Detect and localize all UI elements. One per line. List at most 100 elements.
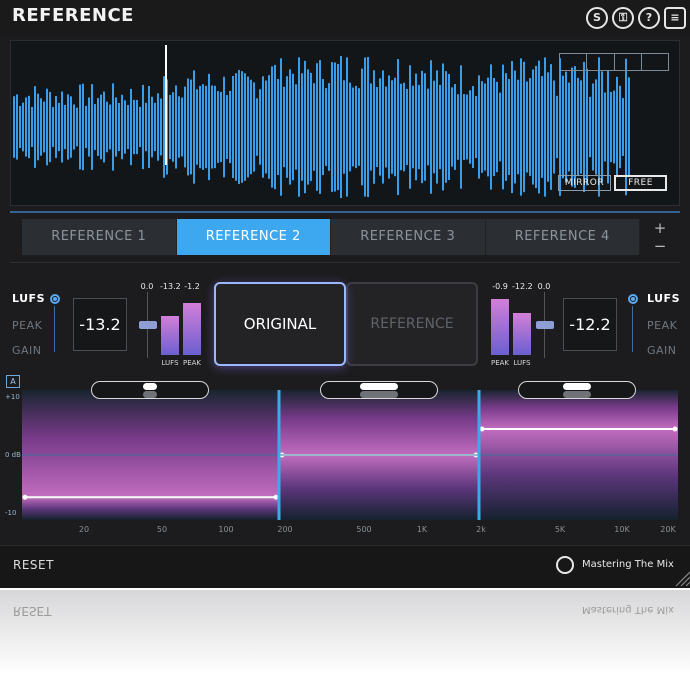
left-gain-fader[interactable] [139,321,157,329]
free-button[interactable]: FREE [614,175,667,191]
left-readout: -13.2 [73,298,127,351]
tab-reference-3[interactable]: REFERENCE 3 [331,219,486,255]
waveform-bar [565,71,567,183]
freq-label: 20 [78,525,90,534]
waveform-bar [361,68,363,186]
waveform-panel[interactable]: MIRROR FREE [10,40,680,206]
original-button[interactable]: ORIGINAL [214,282,346,366]
waveform-bar [304,60,306,194]
waveform-bar [37,93,39,161]
right-mode-radio[interactable] [628,294,638,304]
waveform-bar [316,63,318,191]
eq-band-node[interactable] [672,426,678,432]
waveform-bar [106,101,108,153]
waveform-bar [415,73,417,181]
waveform-view-buttons [559,53,669,71]
a-button[interactable]: A [6,375,20,388]
waveform-bar [292,73,294,181]
left-mode-gain[interactable]: GAIN [12,344,42,357]
waveform-bars-icon[interactable] [615,54,642,70]
waveform-bar [349,82,351,172]
tab-reference-4[interactable]: REFERENCE 4 [485,219,640,255]
add-reference-button[interactable]: + [653,219,667,237]
eq-band-fill-lower [279,455,479,520]
waveform-bar [373,70,375,184]
waveform-bar [196,89,198,165]
waveform-bar [400,83,402,171]
menu-icon-button[interactable]: ≡ [664,7,686,29]
waveform-bar [52,107,54,147]
reference-button[interactable]: REFERENCE [346,282,478,366]
tab-reference-2[interactable]: REFERENCE 2 [176,219,331,255]
waveform-bar [151,96,153,158]
waveform-bar [376,87,378,167]
waveform-bar [520,58,522,196]
right-mode-lufs[interactable]: LUFS [647,292,680,305]
tab-reference-1[interactable]: REFERENCE 1 [22,219,177,255]
waveform-bar [481,81,483,173]
waveform-bar [13,96,15,158]
waveform-bar [202,84,204,170]
waveform-bar [187,78,189,176]
db-bottom-label: -10 [5,509,17,517]
waveform-bar [175,85,177,169]
right-mode-gain[interactable]: GAIN [647,344,677,357]
reset-button[interactable]: RESET [13,558,54,572]
waveform-bar [58,102,60,152]
remove-reference-button[interactable]: − [653,237,667,255]
waveform-bar [136,99,138,155]
brand-label: Mastering The Mix [582,559,674,570]
waveform-bar [223,76,225,178]
eq-band-fill-lower [479,429,678,520]
waveform-bar [46,88,48,166]
left-mode-lufs[interactable]: LUFS [12,292,45,305]
waveform-bar [397,58,399,196]
help-icon-button[interactable]: ? [638,7,660,29]
left-mode-peak[interactable]: PEAK [12,319,42,332]
resize-corner-icon[interactable] [672,568,690,588]
reflection-reset: RESET [13,604,52,618]
waveform-bar [28,95,30,159]
waveform-bar [382,70,384,184]
right-mode-peak[interactable]: PEAK [647,319,677,332]
right-gain-fader[interactable] [536,321,554,329]
eq-band-node[interactable] [22,494,28,500]
waveform-bar [169,94,171,160]
s-icon-button[interactable]: S [586,7,608,29]
waveform-bar [604,92,606,162]
waveform-bar [517,79,519,175]
waveform-bar [244,73,246,181]
waveform-bar [283,86,285,168]
waveform-spectrum-icon[interactable] [642,54,668,70]
high-band-handle[interactable] [518,381,636,399]
waveform-bar [445,71,447,183]
waveform-bar [247,76,249,178]
waveform-bar [295,84,297,170]
waveform-bar [82,83,84,171]
mirror-button[interactable]: MIRROR [558,175,611,191]
eq-display[interactable] [0,374,690,546]
waveform-bar [211,85,213,169]
waveform-bar [205,85,207,169]
waveform-bar [529,78,531,176]
waveform-bar [433,80,435,174]
waveform-bar [511,60,513,194]
key-icon-button[interactable]: ⚿ [612,7,634,29]
right-mode-track [632,306,633,352]
waveform-bar [622,98,624,156]
waveform-close-icon[interactable] [587,54,615,70]
waveform-bar [241,71,243,183]
waveform-bar [250,79,252,175]
waveform-bar [592,83,594,171]
waveform-bar [19,105,21,149]
waveform-zoom-icon[interactable] [560,54,588,70]
mid-band-handle[interactable] [320,381,438,399]
blue-divider [10,211,680,213]
original-reference-toggle: REFERENCE ORIGINAL [214,282,478,366]
waveform-bar [49,91,51,163]
waveform-bar [364,57,366,197]
left-mode-radio[interactable] [50,294,60,304]
freq-label: 20K [660,525,676,534]
waveform-bar [67,94,69,160]
low-band-handle[interactable] [91,381,209,399]
